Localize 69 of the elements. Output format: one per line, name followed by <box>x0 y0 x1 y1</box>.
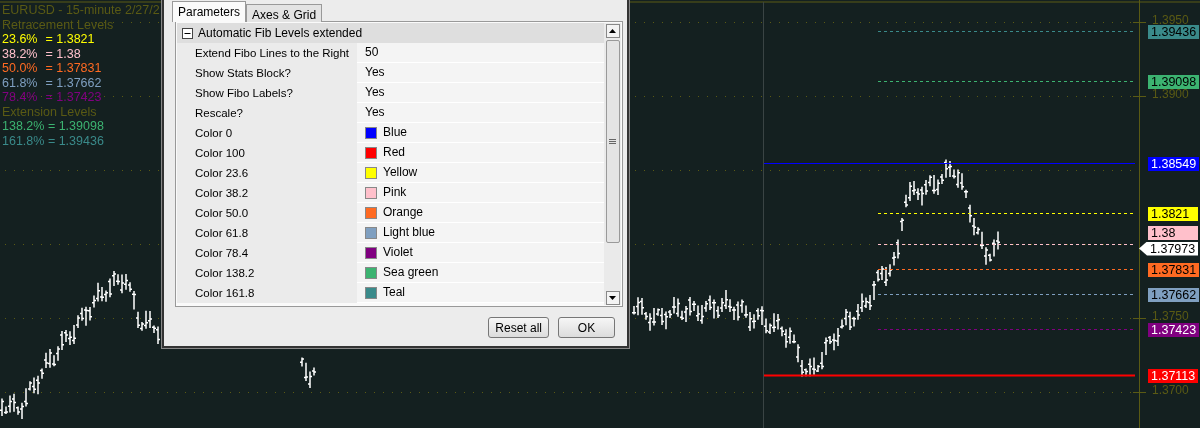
collapse-icon[interactable] <box>182 27 193 39</box>
level-percent: 50.0% <box>2 61 39 76</box>
price-tag: 1.38549 <box>1148 156 1200 171</box>
property-name: Color 0 <box>177 123 357 143</box>
section-heading: Retracement Levels <box>2 17 115 32</box>
property-name: Extend Fibo Lines to the Right <box>177 43 357 63</box>
level-value: = 1.39436 <box>47 133 104 148</box>
color-name: Violet <box>383 244 413 261</box>
price-tag: 1.39436 <box>1148 24 1200 39</box>
ok-button[interactable]: OK <box>558 317 615 338</box>
property-value[interactable]: 50 <box>357 43 604 63</box>
axis-label: 1.3900 <box>1152 87 1189 100</box>
property-name: Color 61.8 <box>177 223 357 243</box>
level-value: = 1.3821 <box>45 32 95 47</box>
property-name: Show Stats Block? <box>177 63 357 83</box>
axis-label: 1.3950 <box>1152 13 1189 26</box>
axis-label: 1.3750 <box>1152 309 1189 322</box>
property-name: Color 100 <box>177 143 357 163</box>
level-value: = 1.37423 <box>45 90 102 105</box>
price-bars-drawing <box>299 356 317 389</box>
property-value[interactable]: Yes <box>357 103 604 123</box>
property-name: Show Fibo Labels? <box>177 83 357 103</box>
color-name: Light blue <box>383 224 436 241</box>
up-arrow-icon <box>609 29 616 33</box>
level-percent: 38.2% <box>2 46 39 61</box>
property-value[interactable]: Yes <box>357 83 604 103</box>
color-name: Orange <box>383 204 424 221</box>
level-percent: 61.8% <box>2 75 39 90</box>
chart-title: EURUSD - 15-minute 2/27/2 <box>2 3 160 18</box>
price-tag: 1.37423 <box>1148 322 1200 337</box>
down-arrow-icon <box>609 296 616 300</box>
property-name: Color 38.2 <box>177 183 357 203</box>
scroll-down-button[interactable] <box>605 291 620 305</box>
tab[interactable]: Axes & Grid <box>246 4 323 22</box>
price-tag: 1.37831 <box>1148 262 1200 277</box>
level-value: = 1.39098 <box>47 119 104 134</box>
group-header: Automatic Fib Levels extended <box>198 25 363 42</box>
color-name: Sea green <box>383 264 439 281</box>
property-value[interactable]: Yes <box>357 63 604 83</box>
property-name: Color 138.2 <box>177 263 357 283</box>
price-tag: 1.39098 <box>1148 74 1200 89</box>
scrollbar-thumb[interactable] <box>605 40 620 243</box>
level-percent: 78.4% <box>2 90 39 105</box>
price-tag: 1.37662 <box>1148 287 1200 302</box>
scroll-up-button[interactable] <box>605 24 620 38</box>
color-name: Yellow <box>383 164 418 181</box>
tab[interactable]: Parameters <box>172 1 247 22</box>
level-percent: 138.2% <box>2 119 45 134</box>
property-name: Color 23.6 <box>177 163 357 183</box>
price-tag: 1.3821 <box>1148 206 1198 221</box>
color-name: Blue <box>383 124 408 141</box>
axis-label: 1.3700 <box>1152 383 1189 396</box>
level-value: = 1.38 <box>45 46 81 61</box>
color-name: Teal <box>383 284 405 301</box>
price-tag: 1.37973 <box>1139 241 1199 256</box>
property-name: Color 50.0 <box>177 203 357 223</box>
section-heading: Extension Levels <box>2 104 98 119</box>
price-tag: 1.37113 <box>1148 368 1199 383</box>
color-name: Pink <box>383 184 407 201</box>
property-name: Rescale? <box>177 103 357 123</box>
reset-button[interactable]: Reset all <box>488 317 549 338</box>
property-name: Color 161.8 <box>177 283 357 303</box>
price-tag: 1.38 <box>1148 226 1198 240</box>
property-name: Color 78.4 <box>177 243 357 263</box>
level-percent: 161.8% <box>2 133 45 148</box>
color-name: Red <box>383 144 405 161</box>
level-percent: 23.6% <box>2 32 39 47</box>
level-value: = 1.37831 <box>45 61 102 76</box>
level-value: = 1.37662 <box>45 75 102 90</box>
